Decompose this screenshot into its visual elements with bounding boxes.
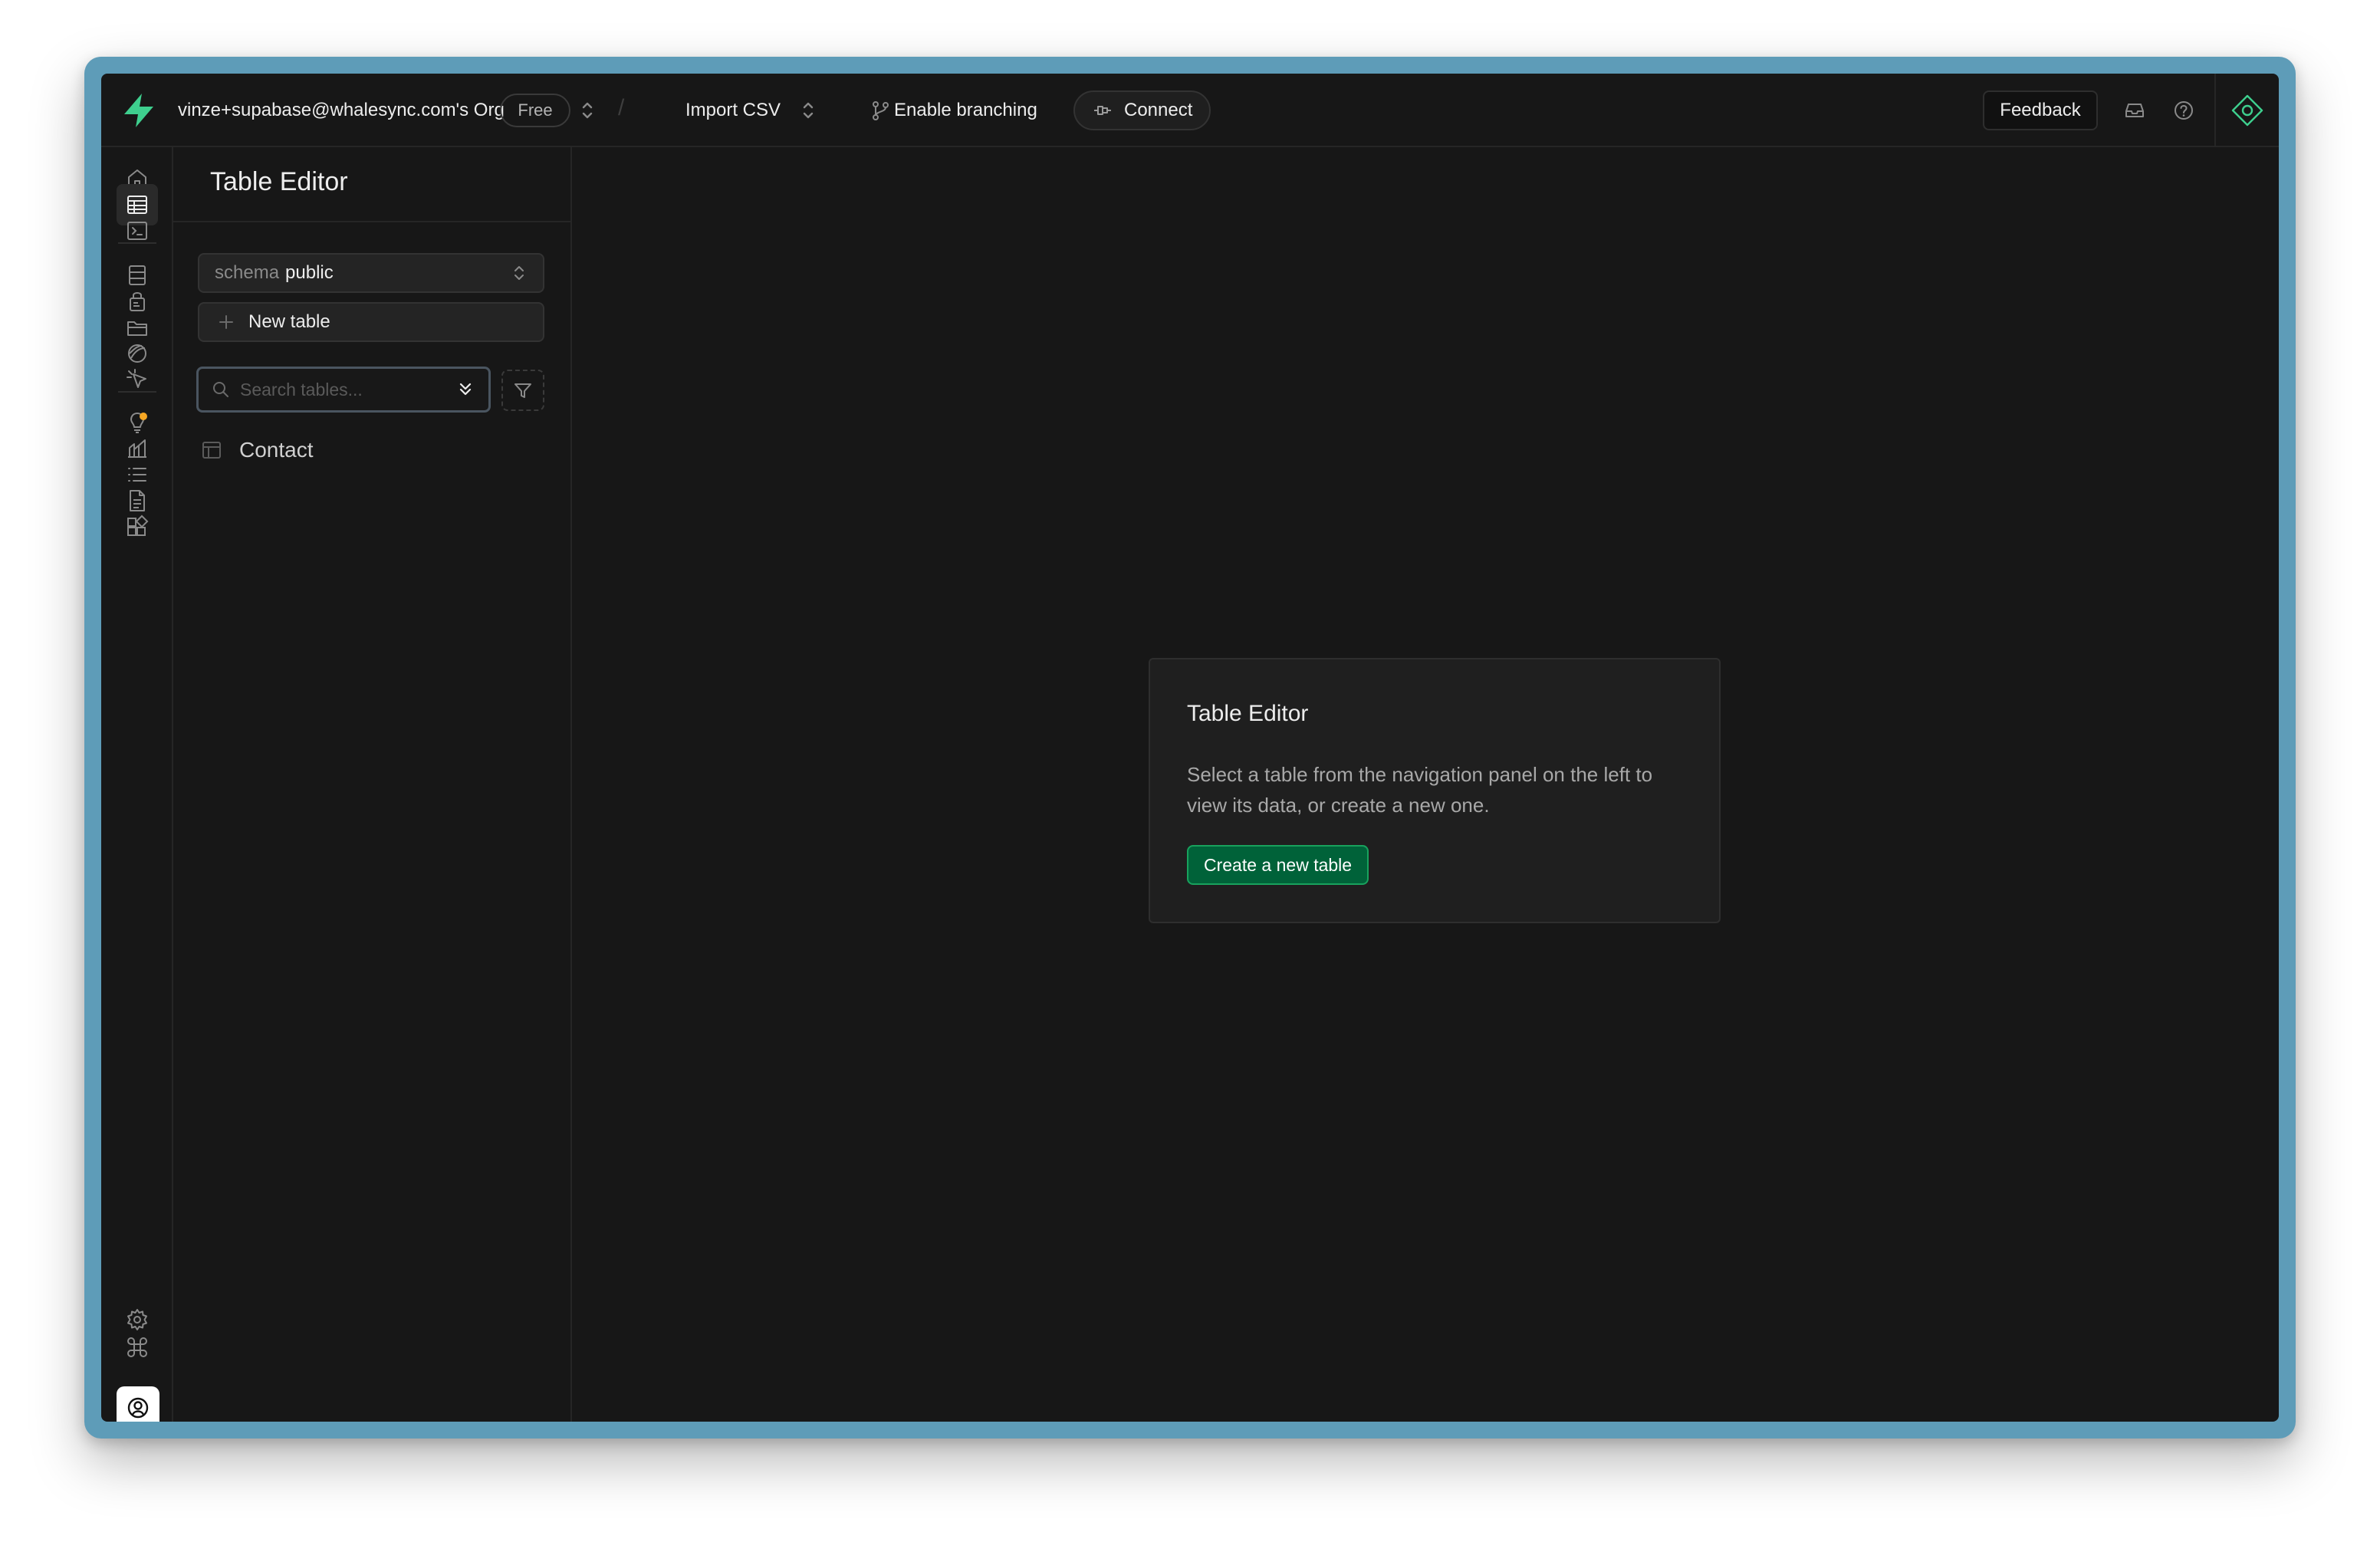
card-title: Table Editor bbox=[1187, 701, 1309, 726]
table-list-item[interactable]: Contact bbox=[198, 431, 544, 469]
search-tables-box bbox=[196, 367, 491, 413]
connect-button[interactable]: Connect bbox=[1073, 90, 1211, 130]
plus-icon bbox=[219, 315, 233, 329]
chevrons-down-icon[interactable] bbox=[456, 380, 475, 400]
table-icon bbox=[202, 442, 221, 459]
plan-badge[interactable]: Free bbox=[500, 94, 570, 127]
search-tables-input[interactable] bbox=[240, 379, 447, 400]
sql-editor-icon bbox=[127, 222, 147, 240]
schema-selector[interactable]: schema public bbox=[198, 253, 544, 293]
supabase-logo-icon[interactable] bbox=[121, 92, 156, 129]
filter-icon bbox=[514, 383, 531, 398]
nav-divider bbox=[118, 391, 156, 393]
nav-command[interactable] bbox=[117, 1327, 158, 1368]
window-frame: vinze+supabase@whalesync.com's Org Free … bbox=[84, 57, 2296, 1439]
avatar-icon bbox=[127, 1397, 149, 1419]
enable-branching-button[interactable]: Enable branching bbox=[894, 97, 1037, 124]
git-branch-icon bbox=[873, 101, 889, 120]
table-name: Contact bbox=[239, 438, 314, 462]
chevron-up-down-icon[interactable] bbox=[575, 98, 600, 123]
search-icon bbox=[213, 382, 228, 397]
top-bar: vinze+supabase@whalesync.com's Org Free … bbox=[101, 74, 2279, 147]
filter-button[interactable] bbox=[501, 370, 544, 411]
icon-nav bbox=[101, 147, 173, 1422]
nav-integrations[interactable] bbox=[117, 506, 158, 547]
table-editor-panel: Table Editor schema public New table Sea… bbox=[173, 147, 572, 1422]
main-content: Table Editor Select a table from the nav… bbox=[572, 147, 2279, 1422]
panel-title: Table Editor bbox=[210, 167, 348, 196]
nav-divider bbox=[118, 242, 156, 244]
feedback-button[interactable]: Feedback bbox=[1983, 90, 2098, 130]
ai-assistant-icon[interactable] bbox=[2230, 94, 2264, 127]
new-table-label: New table bbox=[248, 311, 330, 332]
empty-state-card: Table Editor Select a table from the nav… bbox=[1149, 658, 1721, 923]
connect-label: Connect bbox=[1124, 100, 1193, 120]
panel-divider bbox=[173, 221, 570, 222]
project-name[interactable]: Import CSV bbox=[685, 97, 781, 124]
new-table-button[interactable]: New table bbox=[198, 302, 544, 342]
schema-value: public bbox=[285, 262, 334, 283]
nav-sql-editor[interactable] bbox=[117, 210, 158, 252]
user-avatar[interactable] bbox=[117, 1386, 159, 1422]
help-icon[interactable] bbox=[2171, 98, 2196, 123]
command-icon bbox=[127, 1337, 147, 1357]
breadcrumb-separator: / bbox=[618, 95, 625, 120]
org-name[interactable]: vinze+supabase@whalesync.com's Org bbox=[178, 97, 505, 124]
create-table-button[interactable]: Create a new table bbox=[1187, 845, 1369, 885]
card-description: Select a table from the navigation panel… bbox=[1187, 763, 1653, 817]
plug-icon bbox=[1094, 106, 1111, 115]
nav-edge-functions[interactable] bbox=[117, 359, 158, 400]
app-window: vinze+supabase@whalesync.com's Org Free … bbox=[101, 74, 2279, 1422]
assistant-corner bbox=[2214, 74, 2279, 147]
edge-functions-icon bbox=[127, 369, 146, 388]
schema-label: schema bbox=[215, 262, 280, 283]
chevron-up-down-icon[interactable] bbox=[796, 98, 820, 123]
integrations-icon bbox=[127, 515, 149, 536]
chevron-up-down-icon bbox=[514, 266, 524, 280]
inbox-icon[interactable] bbox=[2122, 98, 2147, 123]
